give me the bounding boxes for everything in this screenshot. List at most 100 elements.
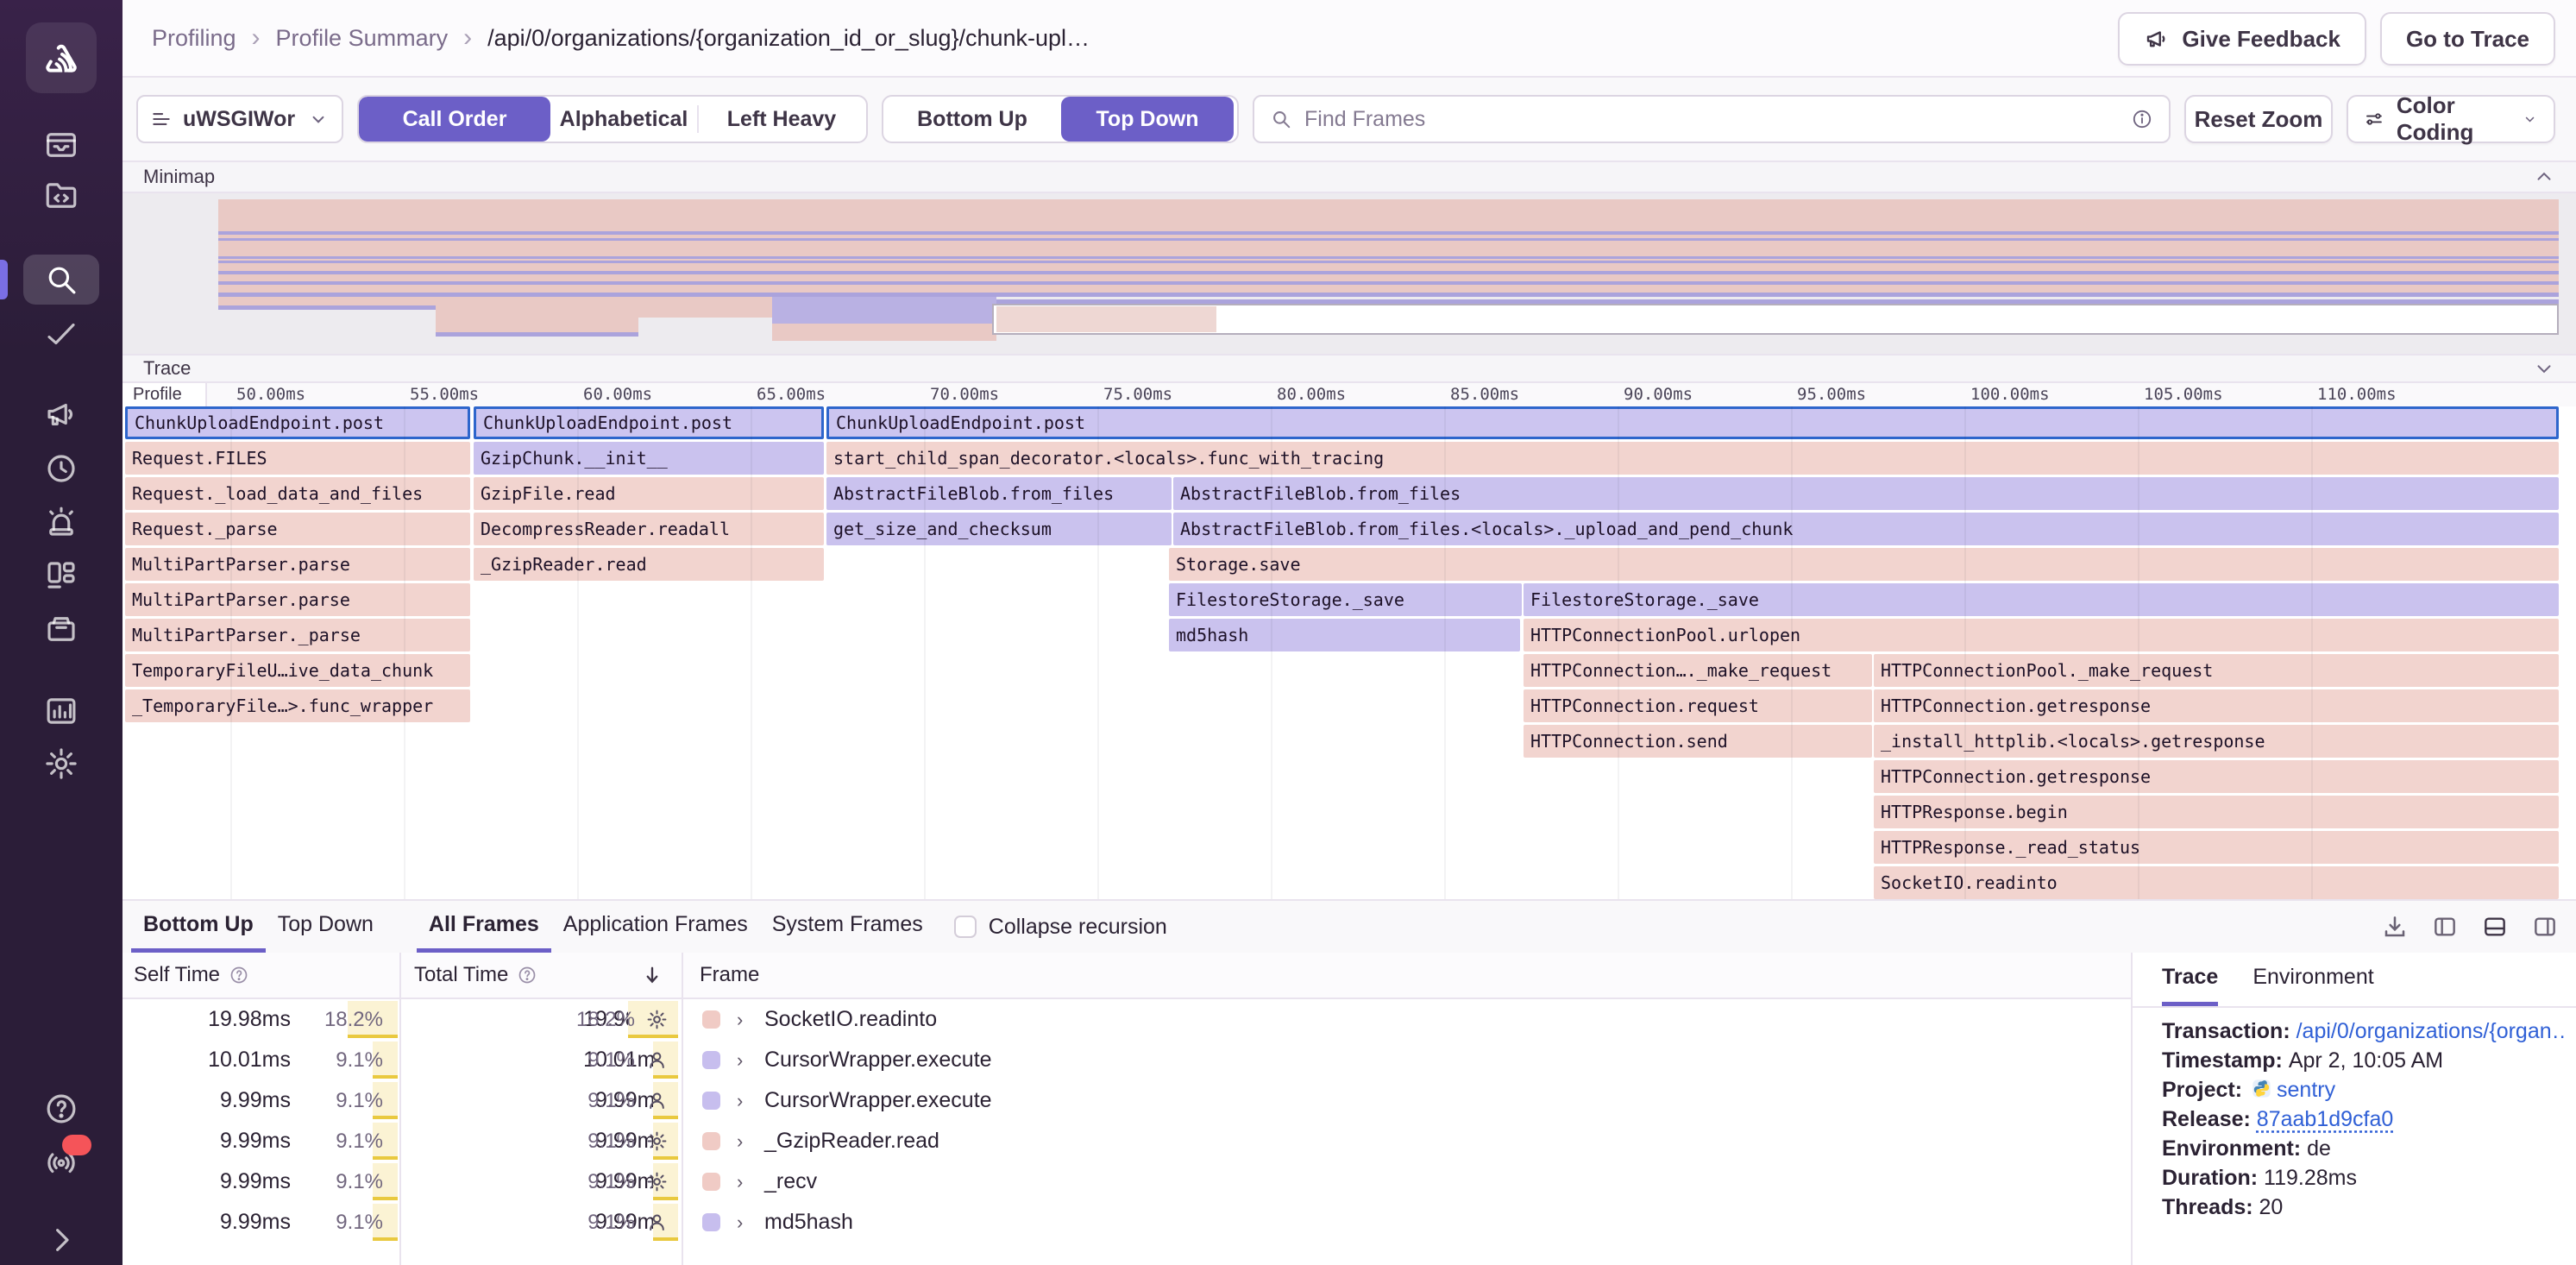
sidebar-item-help[interactable] (41, 1089, 81, 1129)
flamegraph-frame[interactable]: HTTPConnection.send (1524, 725, 1872, 758)
flamegraph-frame[interactable]: ChunkUploadEndpoint.post (474, 406, 824, 439)
expand-chevron-icon[interactable]: › (737, 1080, 743, 1121)
trace-header[interactable]: Trace (123, 354, 2576, 383)
reset-zoom-button[interactable]: Reset Zoom (2184, 95, 2333, 143)
direction-option-bottom-up[interactable]: Bottom Up (883, 97, 1061, 142)
self-time-column-header[interactable]: Self Time (134, 953, 249, 998)
sidebar-item-stats[interactable] (41, 691, 81, 731)
chevron-down-icon[interactable] (2533, 357, 2555, 380)
expand-chevron-icon[interactable]: › (737, 999, 743, 1040)
flamegraph-frame[interactable]: ChunkUploadEndpoint.post (826, 406, 2559, 439)
download-icon[interactable] (2381, 913, 2409, 941)
tab-application-frames[interactable]: Application Frames (551, 901, 760, 953)
tab-bottom-up[interactable]: Bottom Up (131, 901, 266, 953)
minimap-header[interactable]: Minimap (123, 160, 2576, 193)
tab-all-frames[interactable]: All Frames (417, 901, 551, 953)
total-time-column-header[interactable]: Total Time (414, 953, 537, 998)
sidebar-item-issues[interactable] (41, 125, 81, 165)
question-circle-icon[interactable] (229, 965, 249, 985)
flamegraph-frame[interactable]: start_child_span_decorator.<locals>.func… (826, 442, 2559, 475)
breadcrumb-profiling[interactable]: Profiling (152, 25, 236, 52)
flamegraph-frame[interactable]: Request._load_data_and_files (125, 477, 470, 510)
flamegraph-frame[interactable]: HTTPResponse.begin (1874, 796, 2559, 828)
table-row[interactable]: 9.99ms9.1%9.99ms9.1%›_GzipReader.read (123, 1121, 2131, 1161)
layout-left-panel-icon[interactable] (2431, 913, 2459, 941)
details-field-link[interactable]: 87aab1d9cfa0 (2257, 1107, 2393, 1131)
flamegraph-frame[interactable]: GzipChunk.__init__ (474, 442, 824, 475)
flamegraph-frame[interactable]: HTTPResponse._read_status (1874, 831, 2559, 864)
flamegraph-frame[interactable]: HTTPConnectionPool.urlopen (1524, 619, 2559, 651)
sidebar-item-whats-new[interactable] (41, 1142, 81, 1181)
chevron-up-icon[interactable] (2533, 166, 2555, 188)
expand-chevron-icon[interactable]: › (737, 1121, 743, 1161)
direction-option-top-down[interactable]: Top Down (1061, 97, 1234, 142)
sidebar-item-dashboards[interactable] (41, 556, 81, 595)
flamegraph-frame[interactable]: AbstractFileBlob.from_files (1173, 477, 2559, 510)
collapse-recursion-checkbox[interactable] (954, 916, 977, 938)
sentry-logo[interactable] (26, 22, 97, 93)
flamegraph-canvas[interactable]: ChunkUploadEndpoint.postChunkUploadEndpo… (123, 406, 2576, 899)
question-circle-icon[interactable] (517, 965, 537, 985)
flamegraph-frame[interactable]: _GzipReader.read (474, 548, 824, 581)
details-tab-trace[interactable]: Trace (2162, 953, 2218, 1006)
breadcrumb-profile-summary[interactable]: Profile Summary (276, 25, 449, 52)
minimap-canvas[interactable] (123, 193, 2576, 354)
details-tab-environment[interactable]: Environment (2252, 953, 2373, 1006)
sidebar-item-traces[interactable] (41, 314, 81, 354)
search-input[interactable] (1304, 107, 2119, 132)
flamegraph-frame[interactable]: GzipFile.read (474, 477, 824, 510)
details-field-link[interactable]: sentry (2277, 1078, 2335, 1102)
flamegraph-frame[interactable]: MultiPartParser.parse (125, 583, 470, 616)
expand-chevron-icon[interactable]: › (737, 1040, 743, 1080)
table-row[interactable]: 9.99ms9.1%9.99ms9.1%›md5hash (123, 1202, 2131, 1243)
flamegraph-frame[interactable]: _install_httplib.<locals>.getresponse (1874, 725, 2559, 758)
info-icon[interactable] (2131, 108, 2153, 130)
sidebar-item-explore-search[interactable] (41, 260, 81, 299)
sidebar-item-settings[interactable] (41, 744, 81, 784)
go-to-trace-button[interactable]: Go to Trace (2380, 12, 2555, 66)
sidebar-item-replays[interactable] (41, 449, 81, 488)
thread-selector[interactable]: uWSGIWor… (136, 95, 343, 143)
details-field-link[interactable]: /api/0/organizations/{organ… (2296, 1019, 2564, 1043)
flamegraph-frame[interactable]: HTTPConnection.getresponse (1874, 760, 2559, 793)
table-row[interactable]: 10.01ms9.1%10.01ms9.1%›CursorWrapper.exe… (123, 1040, 2131, 1080)
sort-direction-icon[interactable] (640, 953, 664, 998)
sidebar-item-feedback[interactable] (41, 394, 81, 434)
layout-bottom-panel-icon[interactable] (2481, 913, 2509, 941)
flamegraph-frame[interactable]: _TemporaryFile…>.func_wrapper (125, 689, 470, 722)
sidebar-item-projects[interactable] (41, 176, 81, 216)
frame-name[interactable]: SocketIO.readinto (764, 999, 937, 1040)
frame-name[interactable]: CursorWrapper.execute (764, 1080, 992, 1121)
sort-option-alphabetical[interactable]: Alphabetical (550, 97, 697, 142)
layout-right-panel-icon[interactable] (2531, 913, 2559, 941)
flamegraph-frame[interactable]: FilestoreStorage._save (1524, 583, 2559, 616)
sort-option-call-order[interactable]: Call Order (359, 97, 550, 142)
sidebar-item-collapse[interactable] (41, 1220, 81, 1260)
collapse-recursion-toggle[interactable]: Collapse recursion (935, 901, 1167, 953)
color-coding-button[interactable]: Color Coding (2347, 95, 2555, 143)
flamegraph-frame[interactable]: AbstractFileBlob.from_files (826, 477, 1172, 510)
table-row[interactable]: 9.99ms9.1%9.99ms9.1%›_recv (123, 1161, 2131, 1202)
flamegraph-frame[interactable]: AbstractFileBlob.from_files.<locals>._up… (1173, 513, 2559, 545)
expand-chevron-icon[interactable]: › (737, 1202, 743, 1243)
flamegraph-frame[interactable]: TemporaryFileU…ive_data_chunk (125, 654, 470, 687)
frame-name[interactable]: md5hash (764, 1202, 853, 1243)
frame-name[interactable]: CursorWrapper.execute (764, 1040, 992, 1080)
flamegraph-frame[interactable]: FilestoreStorage._save (1169, 583, 1522, 616)
flamegraph-frame[interactable]: get_size_and_checksum (826, 513, 1172, 545)
flamegraph-frame[interactable]: SocketIO.readinto (1874, 866, 2559, 899)
flamegraph-frame[interactable]: Storage.save (1169, 548, 2559, 581)
tab-top-down[interactable]: Top Down (266, 901, 386, 953)
flamegraph-frame[interactable]: MultiPartParser.parse (125, 548, 470, 581)
table-row[interactable]: 9.99ms9.1%9.99ms9.1%›CursorWrapper.execu… (123, 1080, 2131, 1121)
sidebar-item-alerts[interactable] (41, 502, 81, 542)
tab-system-frames[interactable]: System Frames (760, 901, 935, 953)
flamegraph-frame[interactable]: HTTPConnection.request (1524, 689, 1872, 722)
flamegraph-frame[interactable]: MultiPartParser._parse (125, 619, 470, 651)
flamegraph-frame[interactable]: md5hash (1169, 619, 1520, 651)
sort-option-left-heavy[interactable]: Left Heavy (699, 97, 864, 142)
flamegraph-frame[interactable]: HTTPConnectionPool._make_request (1874, 654, 2559, 687)
frame-name[interactable]: _recv (764, 1161, 817, 1202)
flamegraph-frame[interactable]: Request.FILES (125, 442, 470, 475)
flamegraph-frame[interactable]: DecompressReader.readall (474, 513, 824, 545)
